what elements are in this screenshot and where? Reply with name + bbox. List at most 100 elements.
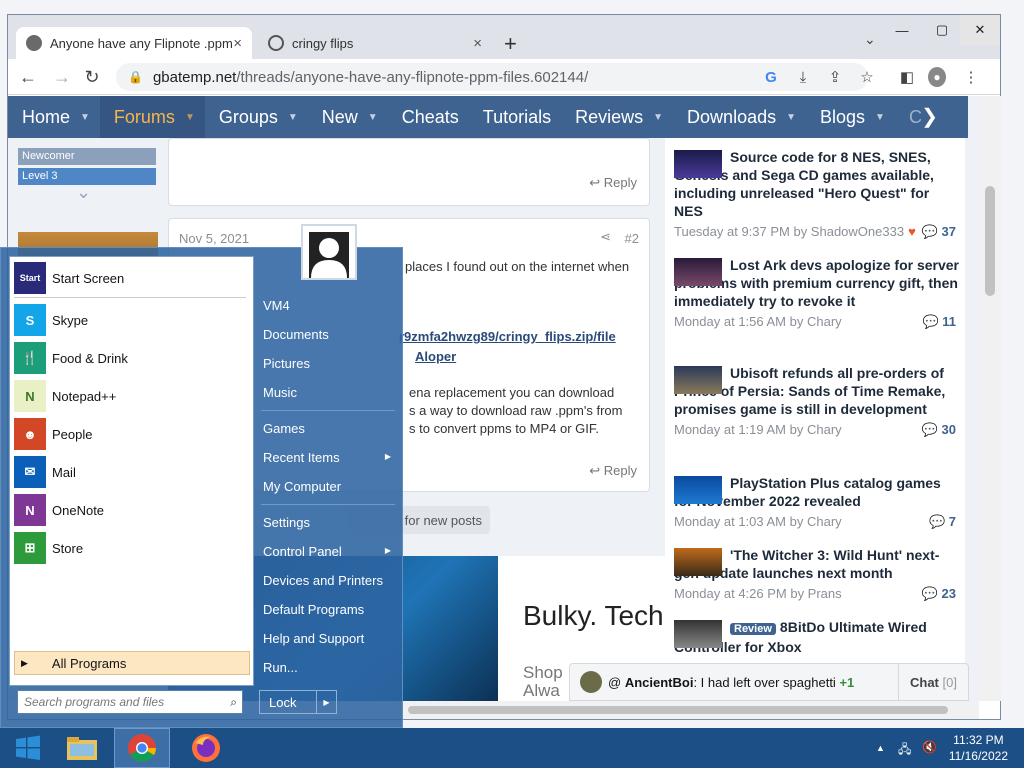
menu-my-computer[interactable]: My Computer xyxy=(263,479,395,494)
nav-reviews[interactable]: Reviews ▼ xyxy=(561,96,673,138)
news-item[interactable]: 'The Witcher 3: Wild Hunt' next-gen upda… xyxy=(674,546,960,602)
download-link[interactable]: r9zmfa2hwzg89/cringy_flips.zip/file xyxy=(399,329,616,344)
comment-count[interactable]: 💬 37 xyxy=(922,224,956,240)
close-tab-icon[interactable]: × xyxy=(473,35,482,52)
news-item[interactable]: PlayStation Plus catalog games for Novem… xyxy=(674,474,960,530)
google-lens-icon[interactable]: G xyxy=(762,68,780,86)
onenote-item[interactable]: N OneNote xyxy=(14,493,250,527)
skype-item[interactable]: S Skype xyxy=(14,303,250,337)
scroll-thumb[interactable] xyxy=(408,706,948,714)
all-programs-button[interactable]: ▶ All Programs xyxy=(14,651,250,675)
nav-new[interactable]: New ▼ xyxy=(308,96,388,138)
system-clock[interactable]: 11:32 PM 11/16/2022 xyxy=(949,732,1008,764)
power-options-arrow-icon[interactable]: ▶ xyxy=(316,691,336,713)
nav-scroll-right-icon[interactable]: ❯ xyxy=(921,104,938,129)
dropdown-caret-icon[interactable]: ▼ xyxy=(875,112,885,123)
nav-forums[interactable]: Forums ▼ xyxy=(99,96,205,138)
share-icon[interactable]: ⇪ xyxy=(826,68,844,86)
menu-devices-printers[interactable]: Devices and Printers xyxy=(263,573,395,588)
side-panel-icon[interactable]: ◧ xyxy=(898,68,916,86)
nav-tutorials[interactable]: Tutorials xyxy=(469,96,561,138)
profile-link[interactable]: Aloper xyxy=(415,349,456,364)
comment-count[interactable]: 💬 7 xyxy=(929,514,956,530)
dropdown-caret-icon[interactable]: ▼ xyxy=(80,112,90,123)
network-icon[interactable]: 🖧 xyxy=(898,740,911,761)
news-item[interactable]: Review 8BitDo Ultimate Wired Controller f… xyxy=(674,618,960,656)
nav-cheats[interactable]: Cheats xyxy=(388,96,469,138)
tab-flipnote-thread[interactable]: Anyone have any Flipnote .ppm × xyxy=(16,27,252,59)
dropdown-caret-icon[interactable]: ▼ xyxy=(368,112,378,123)
menu-vm4[interactable]: VM4 xyxy=(263,298,395,313)
share-icon[interactable]: ⋖ xyxy=(600,229,611,245)
chat-bar[interactable]: @ AncientBoi: I had left over spaghetti … xyxy=(569,663,969,701)
profile-icon[interactable]: ● xyxy=(928,67,946,87)
windows-start-button[interactable] xyxy=(0,728,56,768)
menu-run[interactable]: Run... xyxy=(263,660,395,675)
mail-item[interactable]: ✉ Mail xyxy=(14,455,250,489)
file-explorer-button[interactable] xyxy=(54,728,110,768)
chrome-taskbar-button[interactable] xyxy=(114,728,170,768)
dropdown-caret-icon[interactable]: ▼ xyxy=(786,112,796,123)
news-item[interactable]: Ubisoft refunds all pre-orders of Prince… xyxy=(674,364,960,438)
menu-settings[interactable]: Settings xyxy=(263,515,395,530)
food-drink-item[interactable]: 🍴 Food & Drink xyxy=(14,341,250,375)
chat-button[interactable]: Chat [0] xyxy=(898,663,968,701)
dropdown-caret-icon[interactable]: ▼ xyxy=(653,112,663,123)
post-number[interactable]: #2 xyxy=(625,231,639,246)
reply-button[interactable]: ↩ Reply xyxy=(589,175,637,191)
menu-pictures[interactable]: Pictures xyxy=(263,356,395,371)
news-item[interactable]: Lost Ark devs apologize for server probl… xyxy=(674,256,960,330)
menu-label: Control Panel xyxy=(263,544,342,559)
menu-recent-items[interactable]: Recent Items ▶ xyxy=(263,450,395,465)
start-screen-item[interactable]: Start Start Screen xyxy=(14,261,250,295)
nav-home[interactable]: Home ▼ xyxy=(8,96,100,138)
menu-games[interactable]: Games xyxy=(263,421,395,436)
dropdown-caret-icon[interactable]: ▼ xyxy=(185,112,195,123)
people-item[interactable]: ☻ People xyxy=(14,417,250,451)
news-item[interactable]: Source code for 8 NES, SNES, Genesis and… xyxy=(674,148,960,240)
news-meta: Monday at 1:19 AM by Chary 💬 30 xyxy=(674,422,960,438)
user-picture[interactable] xyxy=(301,224,357,280)
store-item[interactable]: ⊞ Store xyxy=(14,531,250,565)
menu-documents[interactable]: Documents xyxy=(263,327,395,342)
menu-default-programs[interactable]: Default Programs xyxy=(263,602,395,617)
reply-button[interactable]: ↩ Reply xyxy=(589,463,637,479)
menu-help-support[interactable]: Help and Support xyxy=(263,631,395,646)
minimize-button[interactable]: — xyxy=(882,15,922,45)
comment-count[interactable]: 💬 11 xyxy=(922,314,956,330)
forward-arrow-icon[interactable]: → xyxy=(50,65,74,89)
menu-kebab-icon[interactable]: ⋮ xyxy=(962,68,980,86)
vertical-scrollbar[interactable] xyxy=(979,96,1001,701)
menu-control-panel[interactable]: Control Panel ▶ xyxy=(263,544,395,559)
close-tab-icon[interactable]: × xyxy=(233,35,242,52)
nav-downloads[interactable]: Downloads ▼ xyxy=(673,96,806,138)
search-icon[interactable]: ⌕ xyxy=(230,695,237,710)
post-text: s a way to download raw .ppm's from xyxy=(409,403,623,418)
food-drink-icon: 🍴 xyxy=(14,342,46,374)
nav-groups[interactable]: Groups ▼ xyxy=(205,96,308,138)
tab-search-chevron-icon[interactable]: ⌄ xyxy=(864,31,876,48)
lock-button[interactable]: Lock ▶ xyxy=(259,690,337,714)
show-hidden-icons-icon[interactable]: ▲ xyxy=(876,743,885,753)
tab-cringy-flips[interactable]: cringy flips × xyxy=(256,27,494,59)
comment-count[interactable]: 💬 23 xyxy=(922,586,956,602)
firefox-taskbar-button[interactable] xyxy=(178,728,234,768)
nav-blogs[interactable]: Blogs ▼ xyxy=(806,96,895,138)
install-icon[interactable]: ⤓ xyxy=(794,68,812,86)
notepadpp-item[interactable]: N Notepad++ xyxy=(14,379,250,413)
bookmark-star-icon[interactable]: ☆ xyxy=(858,68,876,86)
item-label: Store xyxy=(52,540,84,556)
comment-count[interactable]: 💬 30 xyxy=(922,422,956,438)
menu-music[interactable]: Music xyxy=(263,385,395,400)
start-search-input[interactable]: Search programs and files ⌕ xyxy=(17,690,243,714)
dropdown-caret-icon[interactable]: ▼ xyxy=(288,112,298,123)
volume-muted-icon[interactable]: 🔇 xyxy=(922,740,937,754)
reload-icon[interactable]: ↻ xyxy=(80,65,104,89)
maximize-button[interactable]: ▢ xyxy=(922,15,962,45)
scroll-thumb[interactable] xyxy=(985,186,995,296)
new-tab-button[interactable]: + xyxy=(504,31,517,57)
address-bar[interactable]: 🔒 gbatemp.net/threads/anyone-have-any-fl… xyxy=(116,63,868,91)
expand-chevron-icon[interactable]: ⌄ xyxy=(76,182,91,203)
back-arrow-icon[interactable]: ← xyxy=(16,65,40,89)
close-window-button[interactable]: ✕ xyxy=(960,15,1000,45)
